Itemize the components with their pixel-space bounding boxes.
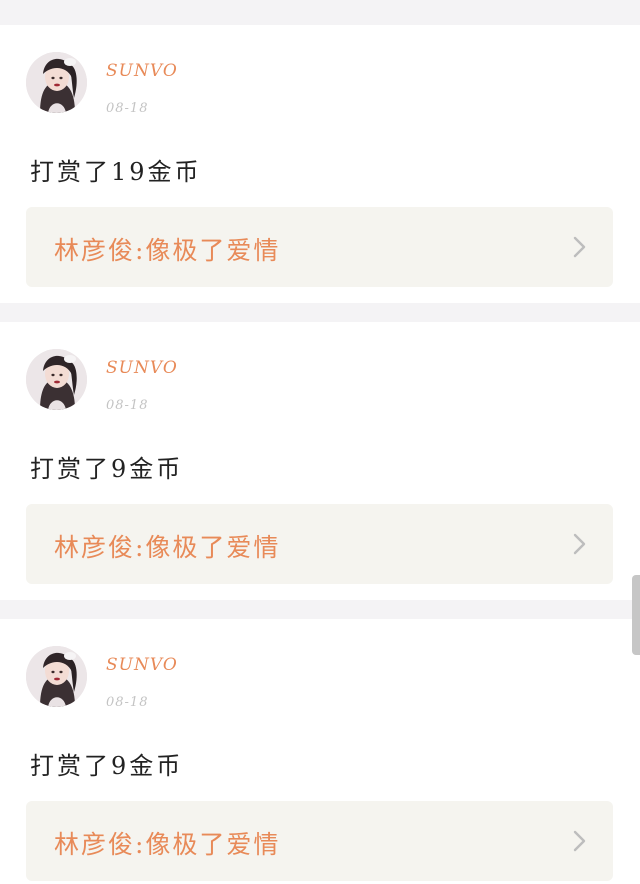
song-link[interactable]: 林彦俊:像极了爱情 xyxy=(26,801,613,881)
song-link-label: 林彦俊:像极了爱情 xyxy=(54,533,281,562)
chevron-right-icon xyxy=(573,830,586,852)
username[interactable]: SUNVO xyxy=(106,358,178,378)
user-avatar[interactable] xyxy=(26,52,87,113)
reward-text: 打赏了9金币 xyxy=(30,455,184,483)
chevron-right-icon xyxy=(573,236,586,258)
reward-text: 打赏了19金币 xyxy=(30,158,202,186)
user-avatar[interactable] xyxy=(26,349,87,410)
song-link[interactable]: 林彦俊:像极了爱情 xyxy=(26,504,613,584)
username[interactable]: SUNVO xyxy=(106,61,178,81)
avatar-portrait-icon xyxy=(26,52,87,113)
feed-card: SUNVO 08-18 打赏了9金币 林彦俊:像极了爱情 xyxy=(0,322,640,600)
avatar-portrait-icon xyxy=(26,646,87,707)
reward-text: 打赏了9金币 xyxy=(30,752,184,780)
post-date: 08-18 xyxy=(106,398,149,413)
user-avatar[interactable] xyxy=(26,646,87,707)
song-link-label: 林彦俊:像极了爱情 xyxy=(54,830,281,859)
scrollbar[interactable] xyxy=(632,575,640,655)
song-link[interactable]: 林彦俊:像极了爱情 xyxy=(26,207,613,287)
feed-card: SUNVO 08-18 打赏了9金币 林彦俊:像极了爱情 xyxy=(0,619,640,884)
post-date: 08-18 xyxy=(106,101,149,116)
song-link-label: 林彦俊:像极了爱情 xyxy=(54,236,281,265)
feed-card: SUNVO 08-18 打赏了19金币 林彦俊:像极了爱情 xyxy=(0,25,640,303)
username[interactable]: SUNVO xyxy=(106,655,178,675)
post-date: 08-18 xyxy=(106,695,149,710)
avatar-portrait-icon xyxy=(26,349,87,410)
chevron-right-icon xyxy=(573,533,586,555)
